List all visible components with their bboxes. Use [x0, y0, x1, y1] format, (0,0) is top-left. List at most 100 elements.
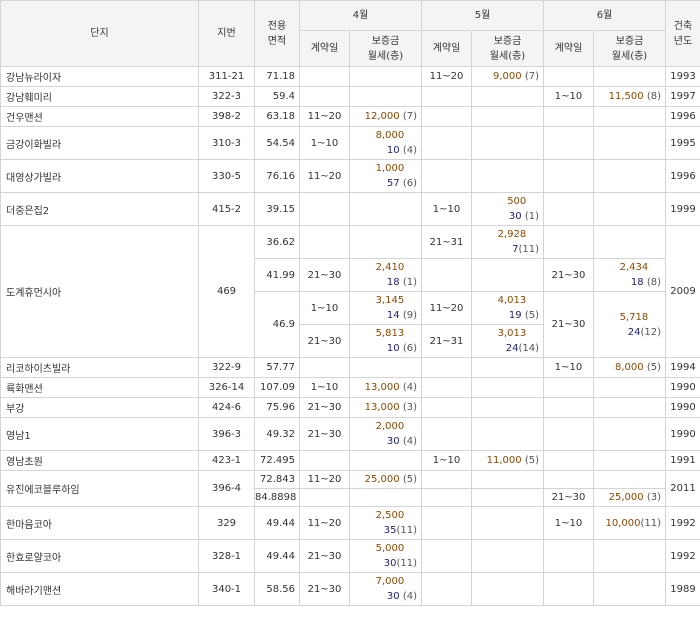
lot-number: 322-3	[198, 86, 255, 107]
header-contract-date: 계약일	[543, 30, 594, 67]
table-row: 영남초원 423-1 72.495 1~10 11,000 (5) 1991	[0, 450, 700, 471]
deposit-cell: 10,000(11)	[593, 506, 666, 540]
contract-date: 1~10	[421, 450, 472, 471]
deposit-cell: 13,000 (4)	[349, 377, 422, 398]
table-row: 강남뉴라이자 311-21 71.18 11~20 9,000 (7) 1993	[0, 66, 700, 87]
contract-date: 21~30	[543, 258, 594, 292]
complex-name[interactable]: 강남훼미리	[0, 86, 199, 107]
table-row: 한효로얄코아 328-1 49.44 21~30 5,000 30(11) 19…	[0, 539, 700, 573]
contract-date: 1~10	[543, 86, 594, 107]
contract-date: 11~20	[299, 159, 350, 193]
deposit-cell: 11,500 (8)	[593, 86, 666, 107]
deposit-cell: 500 30 (1)	[471, 192, 544, 226]
table-row: 리코하이츠빌라 322-9 57.77 1~10 8,000 (5) 1994	[0, 357, 700, 378]
complex-name[interactable]: 부강	[0, 397, 199, 418]
contract-date: 1~10	[299, 291, 350, 325]
complex-name[interactable]: 강남뉴라이자	[0, 66, 199, 87]
contract-date: 21~30	[299, 324, 350, 358]
area-value: 54.54	[254, 126, 300, 160]
complex-name[interactable]: 건우맨션	[0, 106, 199, 127]
deposit-cell: 12,000 (7)	[349, 106, 422, 127]
table-row: 한마음코아 329 49.44 11~20 2,500 35(11) 1~10 …	[0, 506, 700, 540]
complex-name[interactable]: 해바라기맨션	[0, 572, 199, 606]
area-value: 72.495	[254, 450, 300, 471]
complex-name[interactable]: 리코하이츠빌라	[0, 357, 199, 378]
deposit-cell: 8,000 (5)	[593, 357, 666, 378]
deposit-cell: 3,013 24(14)	[471, 324, 544, 358]
built-year: 1991	[665, 450, 700, 471]
built-year: 2011	[665, 470, 700, 507]
header-area: 전용 면적	[254, 0, 300, 67]
area-value: 59.4	[254, 86, 300, 107]
table-row: 영남1 396-3 49.32 21~30 2,000 30 (4) 1990	[0, 417, 700, 451]
header-complex: 단지	[0, 0, 199, 67]
header-contract-date: 계약일	[299, 30, 350, 67]
complex-name[interactable]: 대영상가빌라	[0, 159, 199, 193]
built-year: 1990	[665, 397, 700, 418]
deposit-cell: 13,000 (3)	[349, 397, 422, 418]
complex-name[interactable]: 영남초원	[0, 450, 199, 471]
deposit-cell: 2,410 18 (1)	[349, 258, 422, 292]
complex-name[interactable]: 더중은집2	[0, 192, 199, 226]
complex-name[interactable]: 한효로얄코아	[0, 539, 199, 573]
deposit-cell: 5,000 30(11)	[349, 539, 422, 573]
contract-date: 21~30	[299, 417, 350, 451]
header-deposit-rent: 보증금 월세(층)	[593, 30, 666, 67]
contract-date: 21~30	[299, 539, 350, 573]
area-value: 71.18	[254, 66, 300, 87]
lot-number: 396-4	[198, 470, 255, 507]
lot-number: 326-14	[198, 377, 255, 398]
table-row: 도계휴먼시아 469 36.62 21~31 2,928 7(11) 2009	[0, 225, 700, 358]
contract-date: 21~30	[299, 397, 350, 418]
area-value: 49.44	[254, 506, 300, 540]
header-lot: 지번	[198, 0, 255, 67]
lot-number: 423-1	[198, 450, 255, 471]
built-year: 1996	[665, 159, 700, 193]
header-built-year: 건축 년도	[665, 0, 700, 67]
deposit-cell: 25,000 (5)	[349, 470, 422, 489]
built-year: 1999	[665, 192, 700, 226]
complex-name[interactable]: 금강이화빌라	[0, 126, 199, 160]
lot-number: 310-3	[198, 126, 255, 160]
built-year: 1990	[665, 377, 700, 398]
complex-name[interactable]: 영남1	[0, 417, 199, 451]
contract-date: 21~31	[421, 225, 472, 259]
area-value: 57.77	[254, 357, 300, 378]
complex-name[interactable]: 륙화맨션	[0, 377, 199, 398]
built-year: 1992	[665, 506, 700, 540]
table-row: 해바라기맨션 340-1 58.56 21~30 7,000 30 (4) 19…	[0, 572, 700, 606]
area-value: 84.8898	[254, 488, 300, 507]
built-year: 1992	[665, 539, 700, 573]
complex-name[interactable]: 한마음코아	[0, 506, 199, 540]
complex-name[interactable]: 유진에코블루하임	[0, 470, 199, 507]
table-row: 금강이화빌라 310-3 54.54 1~10 8,000 10 (4) 199…	[0, 126, 700, 160]
contract-date: 21~30	[299, 258, 350, 292]
header-april: 4월	[299, 0, 422, 31]
deposit-cell: 2,928 7(11)	[471, 225, 544, 259]
contract-date: 11~20	[421, 291, 472, 325]
built-year: 1993	[665, 66, 700, 87]
lot-number: 424-6	[198, 397, 255, 418]
contract-date: 11~20	[299, 106, 350, 127]
contract-date: 21~30	[543, 291, 594, 358]
deposit-cell: 11,000 (5)	[471, 450, 544, 471]
lot-number: 322-9	[198, 357, 255, 378]
area-value: 76.16	[254, 159, 300, 193]
contract-date: 1~10	[421, 192, 472, 226]
area-value: 46.9	[254, 291, 300, 358]
deposit-cell: 7,000 30 (4)	[349, 572, 422, 606]
header-june: 6월	[543, 0, 666, 31]
contract-date: 11~20	[299, 506, 350, 540]
contract-date: 1~10	[543, 357, 594, 378]
area-value: 72.843	[254, 470, 300, 489]
table-row: 강남훼미리 322-3 59.4 1~10 11,500 (8) 1997	[0, 86, 700, 107]
lot-number: 396-3	[198, 417, 255, 451]
lot-number: 329	[198, 506, 255, 540]
header-contract-date: 계약일	[421, 30, 472, 67]
table-row: 대영상가빌라 330-5 76.16 11~20 1,000 57 (6) 19…	[0, 159, 700, 193]
complex-name[interactable]: 도계휴먼시아	[0, 225, 199, 358]
deposit-cell: 9,000 (7)	[471, 66, 544, 87]
contract-date: 1~10	[299, 377, 350, 398]
header-may: 5월	[421, 0, 544, 31]
built-year: 1994	[665, 357, 700, 378]
